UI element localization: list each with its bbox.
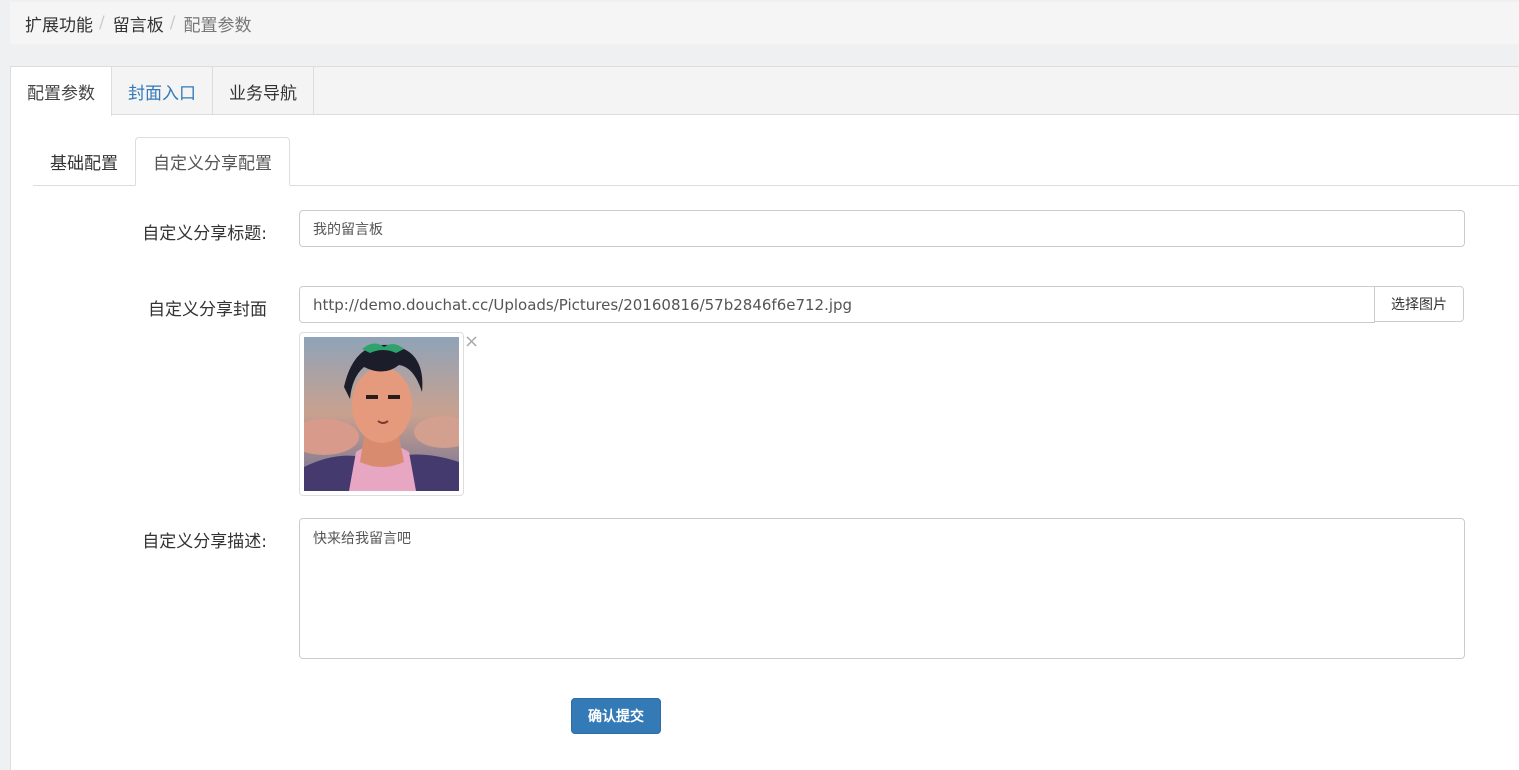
top-tab-bar: 配置参数 封面入口 业务导航 [11, 67, 1519, 116]
breadcrumb-separator: / [169, 13, 176, 33]
sub-tab-bar: 基础配置 自定义分享配置 [33, 137, 1519, 186]
tab-business-nav[interactable]: 业务导航 [213, 67, 314, 115]
tab-config-params[interactable]: 配置参数 [11, 67, 112, 116]
tab-cover-entry[interactable]: 封面入口 [112, 67, 213, 115]
tab-basic-config[interactable]: 基础配置 [33, 137, 135, 185]
breadcrumb-item-guestbook[interactable]: 留言板 [113, 11, 164, 36]
cover-thumbnail [299, 332, 464, 496]
submit-button[interactable]: 确认提交 [571, 698, 661, 734]
share-title-input[interactable]: 我的留言板 [299, 210, 1465, 247]
tab-custom-share-config[interactable]: 自定义分享配置 [135, 137, 290, 186]
breadcrumb-item-extensions[interactable]: 扩展功能 [25, 11, 93, 36]
breadcrumb: 扩展功能 / 留言板 / 配置参数 [10, 2, 1519, 44]
choose-image-button[interactable]: 选择图片 [1374, 286, 1464, 322]
share-title-label: 自定义分享标题: [142, 224, 267, 244]
config-panel: 配置参数 封面入口 业务导航 基础配置 自定义分享配置 自定义分享标题: 我的留… [10, 66, 1519, 770]
breadcrumb-item-current: 配置参数 [183, 15, 252, 36]
share-desc-textarea[interactable]: 快来给我留言吧 [299, 518, 1465, 659]
share-cover-url-input[interactable]: http://demo.douchat.cc/Uploads/Pictures/… [299, 286, 1375, 323]
share-cover-label: 自定义分享封面 [148, 300, 267, 320]
remove-image-icon[interactable]: × [464, 333, 479, 351]
share-desc-label: 自定义分享描述: [142, 532, 267, 552]
cover-image [304, 337, 459, 491]
breadcrumb-separator: / [99, 13, 105, 33]
